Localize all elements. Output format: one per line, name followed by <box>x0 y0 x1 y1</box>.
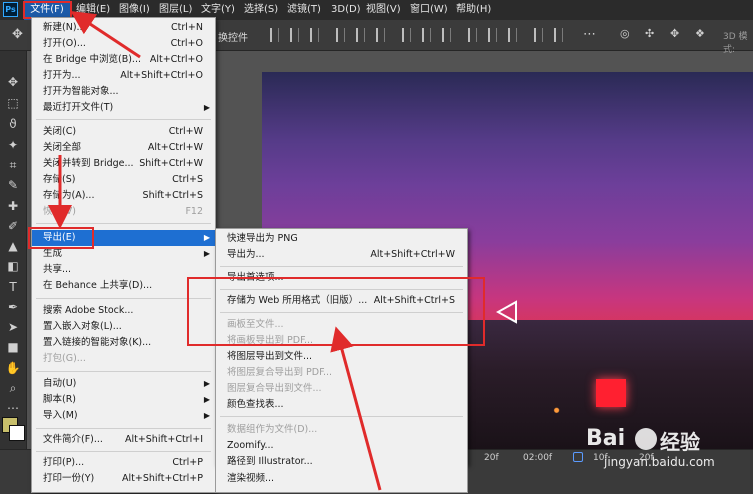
watermark-jingyan: 经验 <box>660 430 700 454</box>
watermark-baidu: Bai <box>586 426 626 451</box>
baidu-paw-icon <box>635 428 657 450</box>
watermark-site: jingyan.baidu.com <box>604 455 715 469</box>
annotation-arrows <box>48 11 382 491</box>
